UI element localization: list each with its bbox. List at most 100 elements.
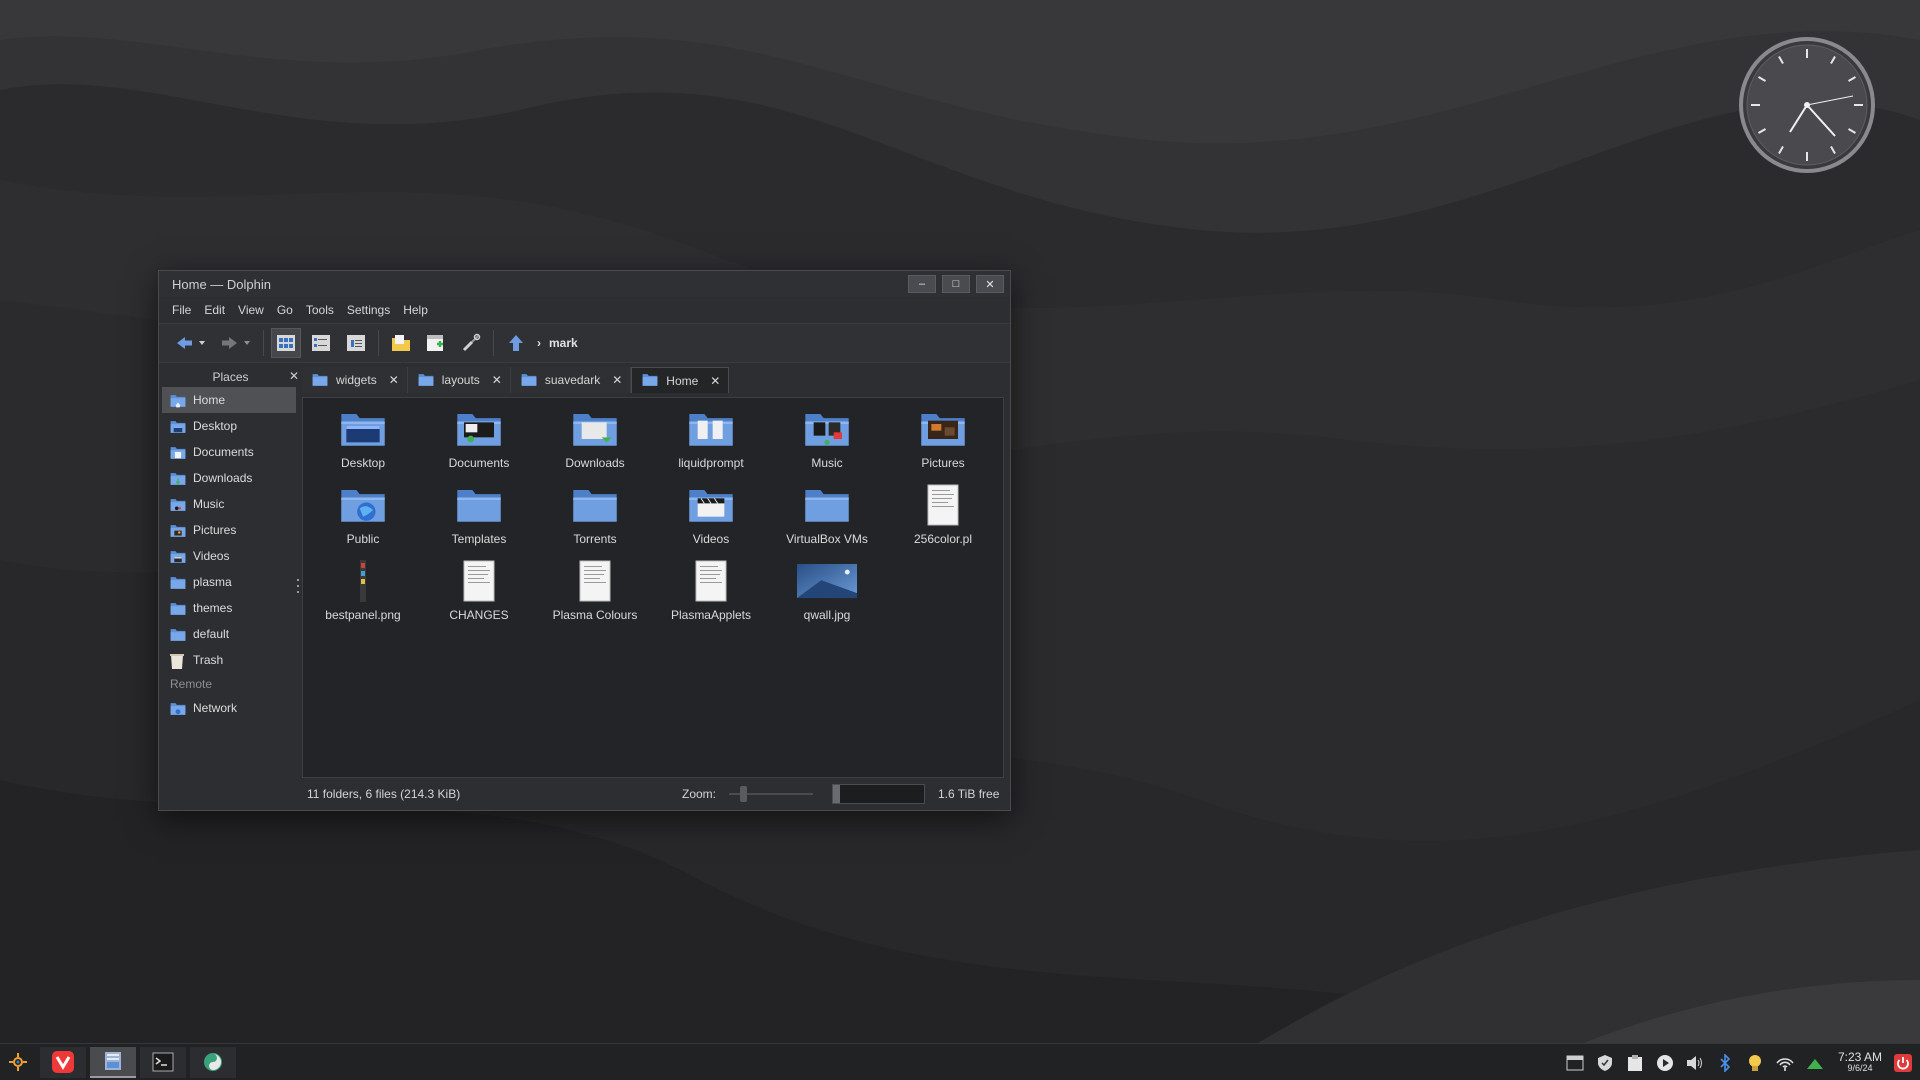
tray-security[interactable] [1590,1048,1620,1078]
tray-show-desktop[interactable] [1560,1048,1590,1078]
places-item-plasma[interactable]: plasma [162,569,296,595]
folder-item[interactable]: Desktop [305,406,421,482]
tray-media-player[interactable] [1650,1048,1680,1078]
places-item-themes[interactable]: themes [162,595,296,621]
tray-network[interactable] [1770,1048,1800,1078]
tab-close-icon[interactable]: ✕ [612,373,622,387]
details-view-button[interactable] [341,328,371,358]
folder-item[interactable]: liquidprompt [653,406,769,482]
folder-icon [449,482,509,528]
compact-view-button[interactable] [306,328,336,358]
forward-button[interactable] [216,328,256,358]
menu-help[interactable]: Help [403,303,437,317]
file-item[interactable]: 256color.pl [885,482,1001,558]
folder-icon [168,574,188,590]
folder-item[interactable]: Music [769,406,885,482]
disk-space-bar[interactable] [832,784,925,804]
places-item-videos[interactable]: Videos [162,543,296,569]
new-file-button[interactable] [421,328,451,358]
folder-item[interactable]: VirtualBox VMs [769,482,885,558]
tab-home[interactable]: Home ✕ [631,367,730,393]
menu-view[interactable]: View [238,303,273,317]
file-item[interactable]: bestpanel.png [305,558,421,634]
tab-close-icon[interactable]: ✕ [492,373,502,387]
app-launcher-button[interactable] [0,1047,36,1078]
task-terminal[interactable] [140,1046,186,1078]
folder-item[interactable]: Pictures [885,406,1001,482]
places-item-documents[interactable]: Documents [162,439,296,465]
folder-item[interactable]: Torrents [537,482,653,558]
folder-item[interactable]: Videos [653,482,769,558]
file-name-label: bestpanel.png [325,608,401,622]
places-item-home[interactable]: Home [162,387,296,413]
menu-go[interactable]: Go [277,303,302,317]
window-list-icon [1566,1055,1584,1070]
tray-night-color[interactable] [1740,1048,1770,1078]
breadcrumb[interactable]: › mark [537,336,578,350]
tray-updates[interactable] [1800,1048,1830,1078]
menu-settings[interactable]: Settings [347,303,399,317]
folder-icon [565,482,625,528]
zoom-slider-handle[interactable] [740,786,747,802]
places-item-pictures[interactable]: Pictures [162,517,296,543]
tab-layouts[interactable]: layouts ✕ [407,367,511,393]
file-item[interactable]: CHANGES [421,558,537,634]
menu-edit[interactable]: Edit [204,303,234,317]
task-vivaldi[interactable] [40,1046,86,1078]
tray-volume[interactable] [1680,1048,1710,1078]
maximize-button[interactable]: □ [942,275,970,293]
places-item-network[interactable]: Network [162,695,296,721]
folder-item[interactable]: Public [305,482,421,558]
minimize-button[interactable]: – [908,275,936,293]
file-item[interactable]: Plasma Colours [537,558,653,634]
places-item-downloads[interactable]: Downloads [162,465,296,491]
folder-icon [565,406,625,452]
text-file-icon [449,558,509,604]
places-item-trash[interactable]: Trash [162,647,296,673]
status-summary: 11 folders, 6 files (214.3 KiB) [307,787,461,801]
panel-splitter-handle[interactable] [297,579,300,593]
places-item-label: Documents [193,445,254,459]
file-name-label: Videos [692,532,730,546]
task-dolphin[interactable] [90,1046,136,1078]
menu-tools[interactable]: Tools [306,303,343,317]
tab-close-icon[interactable]: ✕ [710,374,720,388]
back-button[interactable] [171,328,211,358]
disk-space-fill [833,785,840,803]
menubar: File Edit View Go Tools Settings Help [159,297,1010,323]
places-item-label: Network [193,701,238,715]
tab-close-icon[interactable]: ✕ [389,373,399,387]
analog-clock-widget[interactable] [1738,36,1876,174]
close-button[interactable]: ✕ [976,275,1004,293]
power-button[interactable] [1890,1048,1916,1078]
taskbar-clock[interactable]: 7:23 AM 9/6/24 [1830,1051,1890,1073]
places-item-desktop[interactable]: Desktop [162,413,296,439]
file-view[interactable]: Desktop Documents Downloads liquidprompt Mus… [302,397,1004,778]
places-close-icon[interactable]: ✕ [289,369,299,383]
file-name-label: Desktop [340,456,386,470]
window-titlebar[interactable]: Home — Dolphin – □ ✕ [159,271,1010,297]
file-name-label: 256color.pl [913,532,973,546]
file-item[interactable]: qwall.jpg [769,558,885,634]
task-plasma-app[interactable] [190,1046,236,1078]
tab-widgets[interactable]: widgets ✕ [302,367,408,393]
icons-view-button[interactable] [271,328,301,358]
file-item[interactable]: PlasmaApplets [653,558,769,634]
image-file-icon [797,558,857,604]
places-item-default[interactable]: default [162,621,296,647]
breadcrumb-item-mark[interactable]: mark [549,336,578,350]
configure-button[interactable] [456,328,486,358]
tray-bluetooth[interactable] [1710,1048,1740,1078]
menu-file[interactable]: File [172,303,200,317]
free-space-text: 1.6 TiB free [938,787,1000,801]
folder-item[interactable]: Templates [421,482,537,558]
up-button[interactable] [501,328,531,358]
tray-clipboard[interactable] [1620,1048,1650,1078]
folder-item[interactable]: Downloads [537,406,653,482]
places-item-music[interactable]: Music [162,491,296,517]
new-folder-button[interactable] [386,328,416,358]
file-name-label: Public [346,532,380,546]
folder-item[interactable]: Documents [421,406,537,482]
file-name-label: Downloads [565,456,625,470]
tab-suavedark[interactable]: suavedark ✕ [510,367,632,393]
